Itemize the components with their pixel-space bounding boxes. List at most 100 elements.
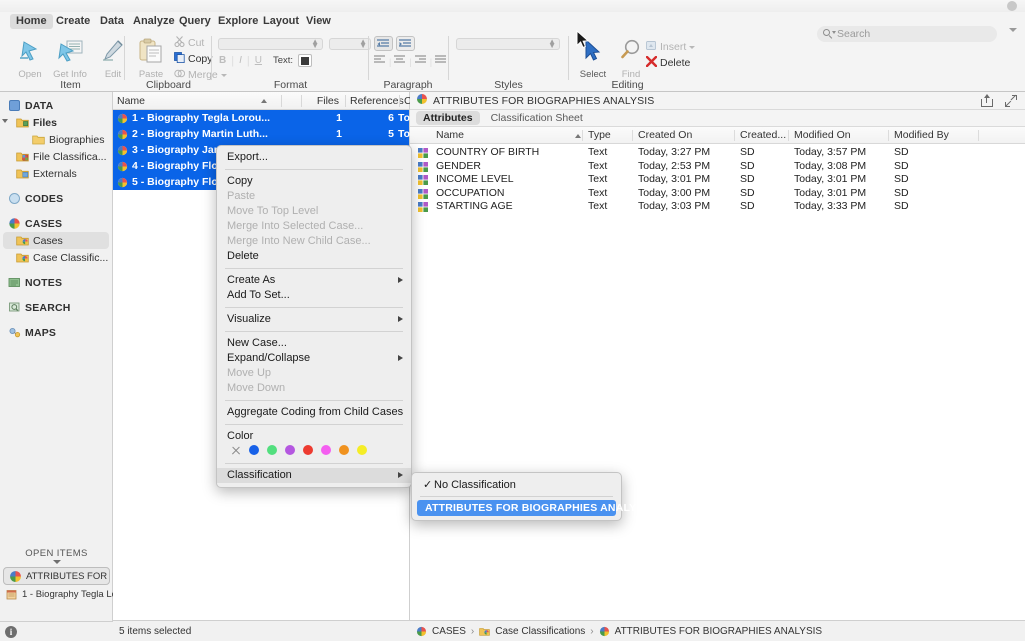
tab-create[interactable]: Create	[50, 14, 96, 29]
align-justify-button[interactable]	[435, 55, 447, 68]
color-swatch-green[interactable]	[267, 445, 277, 455]
sidebar-item-files[interactable]: Files	[0, 114, 112, 131]
cut-button[interactable]: Cut	[174, 36, 204, 50]
sidebar-item-codes[interactable]: CODES	[0, 190, 112, 207]
folder-cases-icon	[16, 234, 29, 247]
column-header-references[interactable]: References	[346, 92, 404, 110]
menu-item-new-case[interactable]: New Case...	[217, 336, 411, 351]
breadcrumb-item-attributes[interactable]: ATTRIBUTES FOR BIOGRAPHIES ANALYSIS	[615, 626, 822, 637]
sidebar-item-maps[interactable]: MAPS	[0, 324, 112, 341]
tab-view[interactable]: View	[300, 14, 337, 29]
table-row[interactable]: INCOME LEVEL Text Today, 3:01 PM SD Toda…	[410, 173, 1025, 187]
text-color-swatch[interactable]	[298, 54, 313, 67]
column-header-modified-by[interactable]: Modified By	[890, 127, 949, 144]
menu-item-visualize[interactable]: Visualize	[217, 312, 411, 327]
sidebar-item-case-classifications[interactable]: Case Classific...	[0, 249, 112, 266]
column-header-type[interactable]: Type	[584, 127, 611, 144]
get-info-button[interactable]: Get Info	[47, 34, 93, 80]
color-swatch-magenta[interactable]	[321, 445, 331, 455]
align-center-button[interactable]	[394, 55, 406, 68]
increase-indent-button[interactable]	[396, 36, 415, 51]
underline-button[interactable]: U	[255, 55, 262, 66]
tab-data[interactable]: Data	[94, 14, 130, 29]
menu-item-create-as[interactable]: Create As	[217, 273, 411, 288]
document-icon	[5, 588, 18, 601]
font-family-select[interactable]: ▲ ▼	[218, 38, 323, 50]
share-icon[interactable]	[981, 94, 993, 107]
styles-select[interactable]: ▲ ▼	[456, 38, 560, 50]
align-left-button[interactable]	[374, 55, 386, 68]
sidebar-item-biographies[interactable]: Biographies	[0, 131, 112, 148]
no-color-icon[interactable]	[231, 445, 241, 455]
color-swatch-blue[interactable]	[249, 445, 259, 455]
menu-item-copy[interactable]: Copy	[217, 174, 411, 189]
submenu-item-attributes-for-biographies-analysis[interactable]: ATTRIBUTES FOR BIOGRAPHIES ANALYSIS	[417, 500, 654, 516]
insert-dropdown-icon[interactable]	[689, 45, 696, 49]
align-right-button[interactable]	[414, 55, 427, 68]
sidebar-item-data[interactable]: DATA	[0, 97, 112, 114]
color-swatch-orange[interactable]	[339, 445, 349, 455]
column-header-modified-on[interactable]: Modified On	[790, 127, 851, 144]
open-items-section: OPEN ITEMS ATTRIBUTES FOR BIOG...	[0, 545, 113, 603]
menu-item-move-down: Move Down	[227, 382, 286, 394]
menu-item-label: Create As	[227, 274, 276, 286]
menu-item-export[interactable]: Export...	[217, 150, 411, 165]
classification-submenu: ✓ No Classification ATTRIBUTES FOR BIOGR…	[411, 472, 654, 521]
open-item-attributes[interactable]: ATTRIBUTES FOR BIOG...	[3, 567, 110, 585]
color-swatch-yellow[interactable]	[357, 445, 367, 455]
menu-item-delete[interactable]: Delete	[217, 249, 411, 264]
color-swatch-red[interactable]	[303, 445, 313, 455]
sidebar-item-notes[interactable]: NOTES	[0, 274, 112, 291]
column-header-created-on[interactable]: Created On	[634, 127, 692, 144]
window-control-dot[interactable]	[1007, 1, 1017, 11]
color-swatch-purple[interactable]	[285, 445, 295, 455]
tab-classification-sheet[interactable]: Classification Sheet	[484, 111, 590, 125]
table-row[interactable]: COUNTRY OF BIRTH Text Today, 3:27 PM SD …	[410, 146, 1025, 160]
chevron-down-icon[interactable]	[1009, 28, 1017, 32]
font-size-select[interactable]: ▲ ▼	[329, 38, 371, 50]
folder-externals-icon	[16, 167, 29, 180]
bold-button[interactable]: B	[219, 55, 226, 66]
table-row[interactable]: 1 - Biography Tegla Lorou... 1 6 Toda	[113, 110, 422, 126]
table-row[interactable]: GENDER Text Today, 2:53 PM SD Today, 3:0…	[410, 160, 1025, 174]
delete-button[interactable]: Delete	[645, 55, 690, 70]
table-row[interactable]: STARTING AGE Text Today, 3:03 PM SD Toda…	[410, 200, 1025, 214]
menu-separator	[225, 424, 403, 425]
tab-query[interactable]: Query	[173, 14, 217, 29]
attribute-created-by: SD	[740, 159, 755, 172]
breadcrumb-item-cases[interactable]: CASES	[432, 626, 466, 637]
paste-button[interactable]: Paste	[128, 34, 174, 80]
decrease-indent-button[interactable]	[374, 36, 393, 51]
sidebar-item-cases[interactable]: CASES	[0, 215, 112, 232]
open-item-biography[interactable]: 1 - Biography Tegla Lor...	[0, 585, 113, 603]
tab-layout[interactable]: Layout	[257, 14, 305, 29]
chevron-down-icon[interactable]	[2, 119, 8, 123]
italic-button[interactable]: I	[239, 55, 242, 66]
insert-button[interactable]: Insert	[646, 40, 696, 54]
column-header-files[interactable]: Files	[305, 92, 343, 110]
column-header-name[interactable]: Name	[432, 127, 464, 144]
sidebar-item-search[interactable]: SEARCH	[0, 299, 112, 316]
sidebar-item-externals[interactable]: Externals	[0, 165, 112, 182]
tab-attributes[interactable]: Attributes	[416, 111, 480, 125]
folder-case-classification-icon	[479, 626, 490, 637]
sidebar-item-cases-folder[interactable]: Cases	[3, 232, 109, 249]
table-row[interactable]: OCCUPATION Text Today, 3:00 PM SD Today,…	[410, 187, 1025, 201]
menu-item-classification[interactable]: Classification	[217, 468, 411, 483]
menu-item-expand-collapse[interactable]: Expand/Collapse	[217, 351, 411, 366]
copy-button[interactable]: Copy	[174, 52, 213, 66]
chevron-down-icon[interactable]	[52, 560, 61, 564]
column-header-name[interactable]: Name	[113, 92, 253, 110]
submenu-item-no-classification[interactable]: ✓ No Classification	[412, 477, 621, 493]
ribbon-group-item: Open Get Info Edit Item	[2, 32, 139, 92]
menu-item-aggregate-coding[interactable]: Aggregate Coding from Child Cases	[217, 405, 411, 420]
sidebar-item-file-classifications[interactable]: File Classifica...	[0, 148, 112, 165]
column-header-created-by[interactable]: Created...	[736, 127, 786, 144]
breadcrumb-item-case-classifications[interactable]: Case Classifications	[495, 626, 585, 637]
expand-icon[interactable]	[1005, 94, 1017, 107]
info-icon[interactable]: i	[5, 625, 17, 638]
menu-item-add-to-set[interactable]: Add To Set...	[217, 288, 411, 303]
tab-home[interactable]: Home	[10, 14, 53, 29]
table-row[interactable]: 2 - Biography Martin Luth... 1 5 Toda	[113, 126, 422, 142]
search-input[interactable]: Search	[817, 26, 997, 42]
